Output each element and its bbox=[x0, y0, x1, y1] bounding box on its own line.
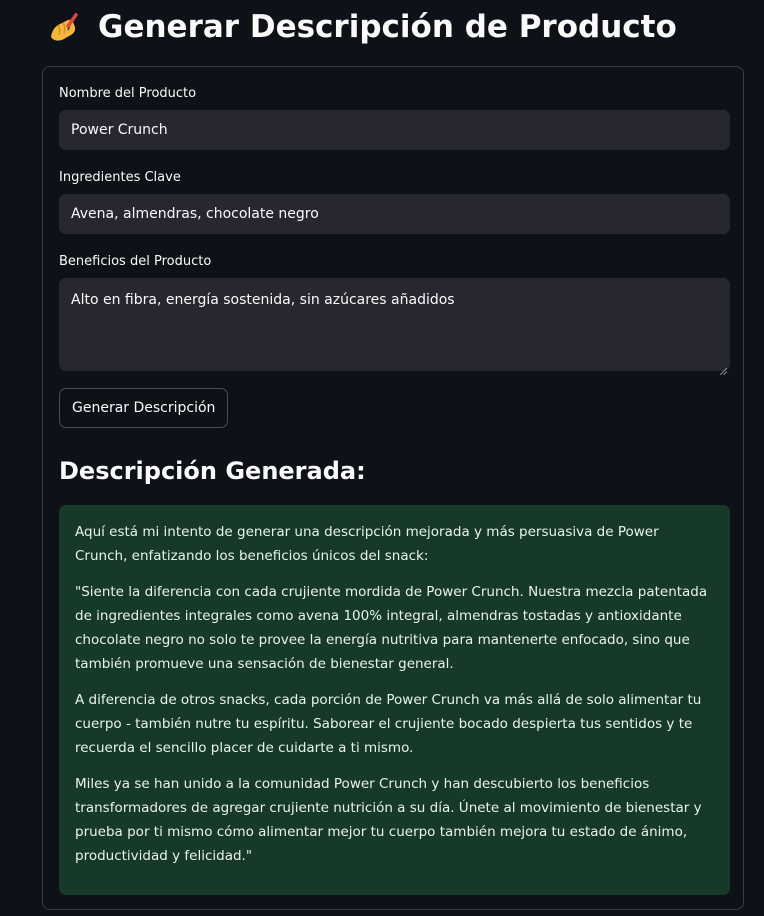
writing-hand-icon bbox=[48, 9, 84, 45]
generated-description-heading: Descripción Generada: bbox=[59, 457, 366, 485]
product-name-label: Nombre del Producto bbox=[59, 86, 197, 101]
generated-description-box: Aquí está mi intento de generar una desc… bbox=[59, 505, 730, 895]
page-title-text: Generar Descripción de Producto bbox=[98, 9, 677, 45]
resize-handle-icon[interactable] bbox=[719, 360, 728, 376]
page-title: Generar Descripción de Producto bbox=[48, 4, 677, 50]
result-paragraph: Aquí está mi intento de generar una desc… bbox=[75, 524, 659, 564]
result-paragraph: A diferencia de otros snacks, cada porci… bbox=[75, 692, 702, 756]
key-ingredients-label: Ingredientes Clave bbox=[59, 170, 181, 185]
key-ingredients-input[interactable] bbox=[59, 194, 730, 234]
result-paragraph: Miles ya se han unido a la comunidad Pow… bbox=[75, 776, 702, 864]
generate-description-button[interactable]: Generar Descripción bbox=[59, 388, 229, 428]
product-name-input[interactable] bbox=[59, 110, 730, 150]
result-paragraph: "Siente la diferencia con cada crujiente… bbox=[75, 584, 708, 672]
product-benefits-label: Beneficios del Producto bbox=[59, 254, 212, 269]
product-form: Nombre del Producto Ingredientes Clave B… bbox=[42, 66, 744, 910]
product-benefits-textarea[interactable]: Alto en fibra, energía sostenida, sin az… bbox=[59, 278, 730, 371]
